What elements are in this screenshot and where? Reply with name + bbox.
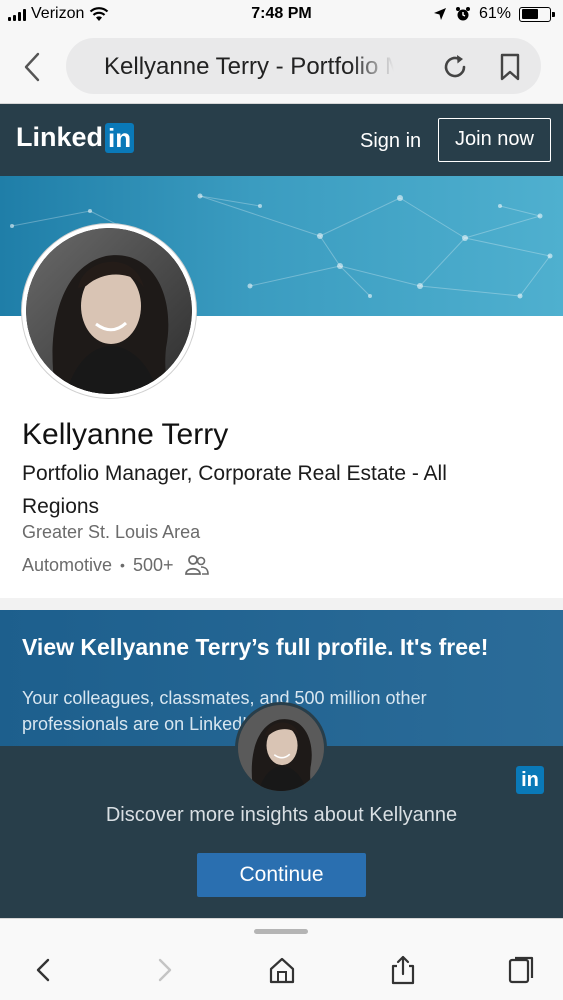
reload-icon[interactable] (440, 52, 470, 82)
connections-icon (184, 555, 209, 575)
cta-title[interactable]: View Kellyanne Terry’s full profile. It'… (22, 634, 542, 661)
connections-count: 500+ (132, 554, 174, 575)
sign-in-link[interactable]: Sign in (360, 130, 421, 153)
linkedin-badge-icon: in (516, 766, 544, 794)
profile-location: Greater St. Louis Area (22, 522, 201, 542)
bookmark-icon[interactable] (496, 52, 524, 82)
share-icon[interactable] (388, 955, 418, 985)
url-text[interactable]: Kellyanne Terry - Portfolio Manager (104, 53, 394, 81)
browser-forward-icon[interactable] (148, 955, 178, 985)
toolbar-handle[interactable] (254, 929, 308, 934)
separator-dot: • (120, 557, 125, 573)
alarm-icon (455, 7, 470, 21)
profile-photo (26, 228, 192, 394)
section-divider (0, 598, 563, 610)
profile-headline: Portfolio Manager, Corporate Real Estate… (22, 462, 447, 518)
profile-industry: Automotive (22, 554, 113, 575)
battery-icon (519, 6, 555, 22)
tabs-icon[interactable] (506, 955, 536, 985)
linkedin-logo[interactable]: Linked in (16, 122, 135, 153)
back-chevron-icon[interactable] (18, 50, 48, 84)
small-avatar (235, 702, 327, 794)
logo-text: Linked (16, 122, 104, 152)
status-right: 61% (433, 5, 555, 23)
battery-percent: 61% (478, 5, 511, 22)
battery-fill (521, 9, 538, 19)
url-field[interactable]: Kellyanne Terry - Portfolio Manager (66, 38, 541, 94)
browser-back-icon[interactable] (30, 955, 60, 985)
linkedin-header: Linked in Sign in Join now (0, 104, 563, 176)
browser-address-bar: Kellyanne Terry - Portfolio Manager (0, 30, 563, 104)
industry-connections-line: Automotive • 500+ (22, 554, 210, 576)
profile-avatar[interactable] (22, 224, 196, 398)
home-icon[interactable] (267, 955, 297, 985)
browser-toolbar (0, 918, 563, 1000)
insights-text: Discover more insights about Kellyanne (105, 804, 458, 826)
status-bar: Verizon 7:48 PM 61% (0, 0, 563, 30)
location-arrow-icon (433, 8, 446, 20)
continue-button[interactable]: Continue (197, 853, 366, 897)
logo-box: in (105, 122, 135, 153)
profile-name: Kellyanne Terry (22, 418, 229, 451)
join-now-button[interactable]: Join now (438, 118, 551, 162)
